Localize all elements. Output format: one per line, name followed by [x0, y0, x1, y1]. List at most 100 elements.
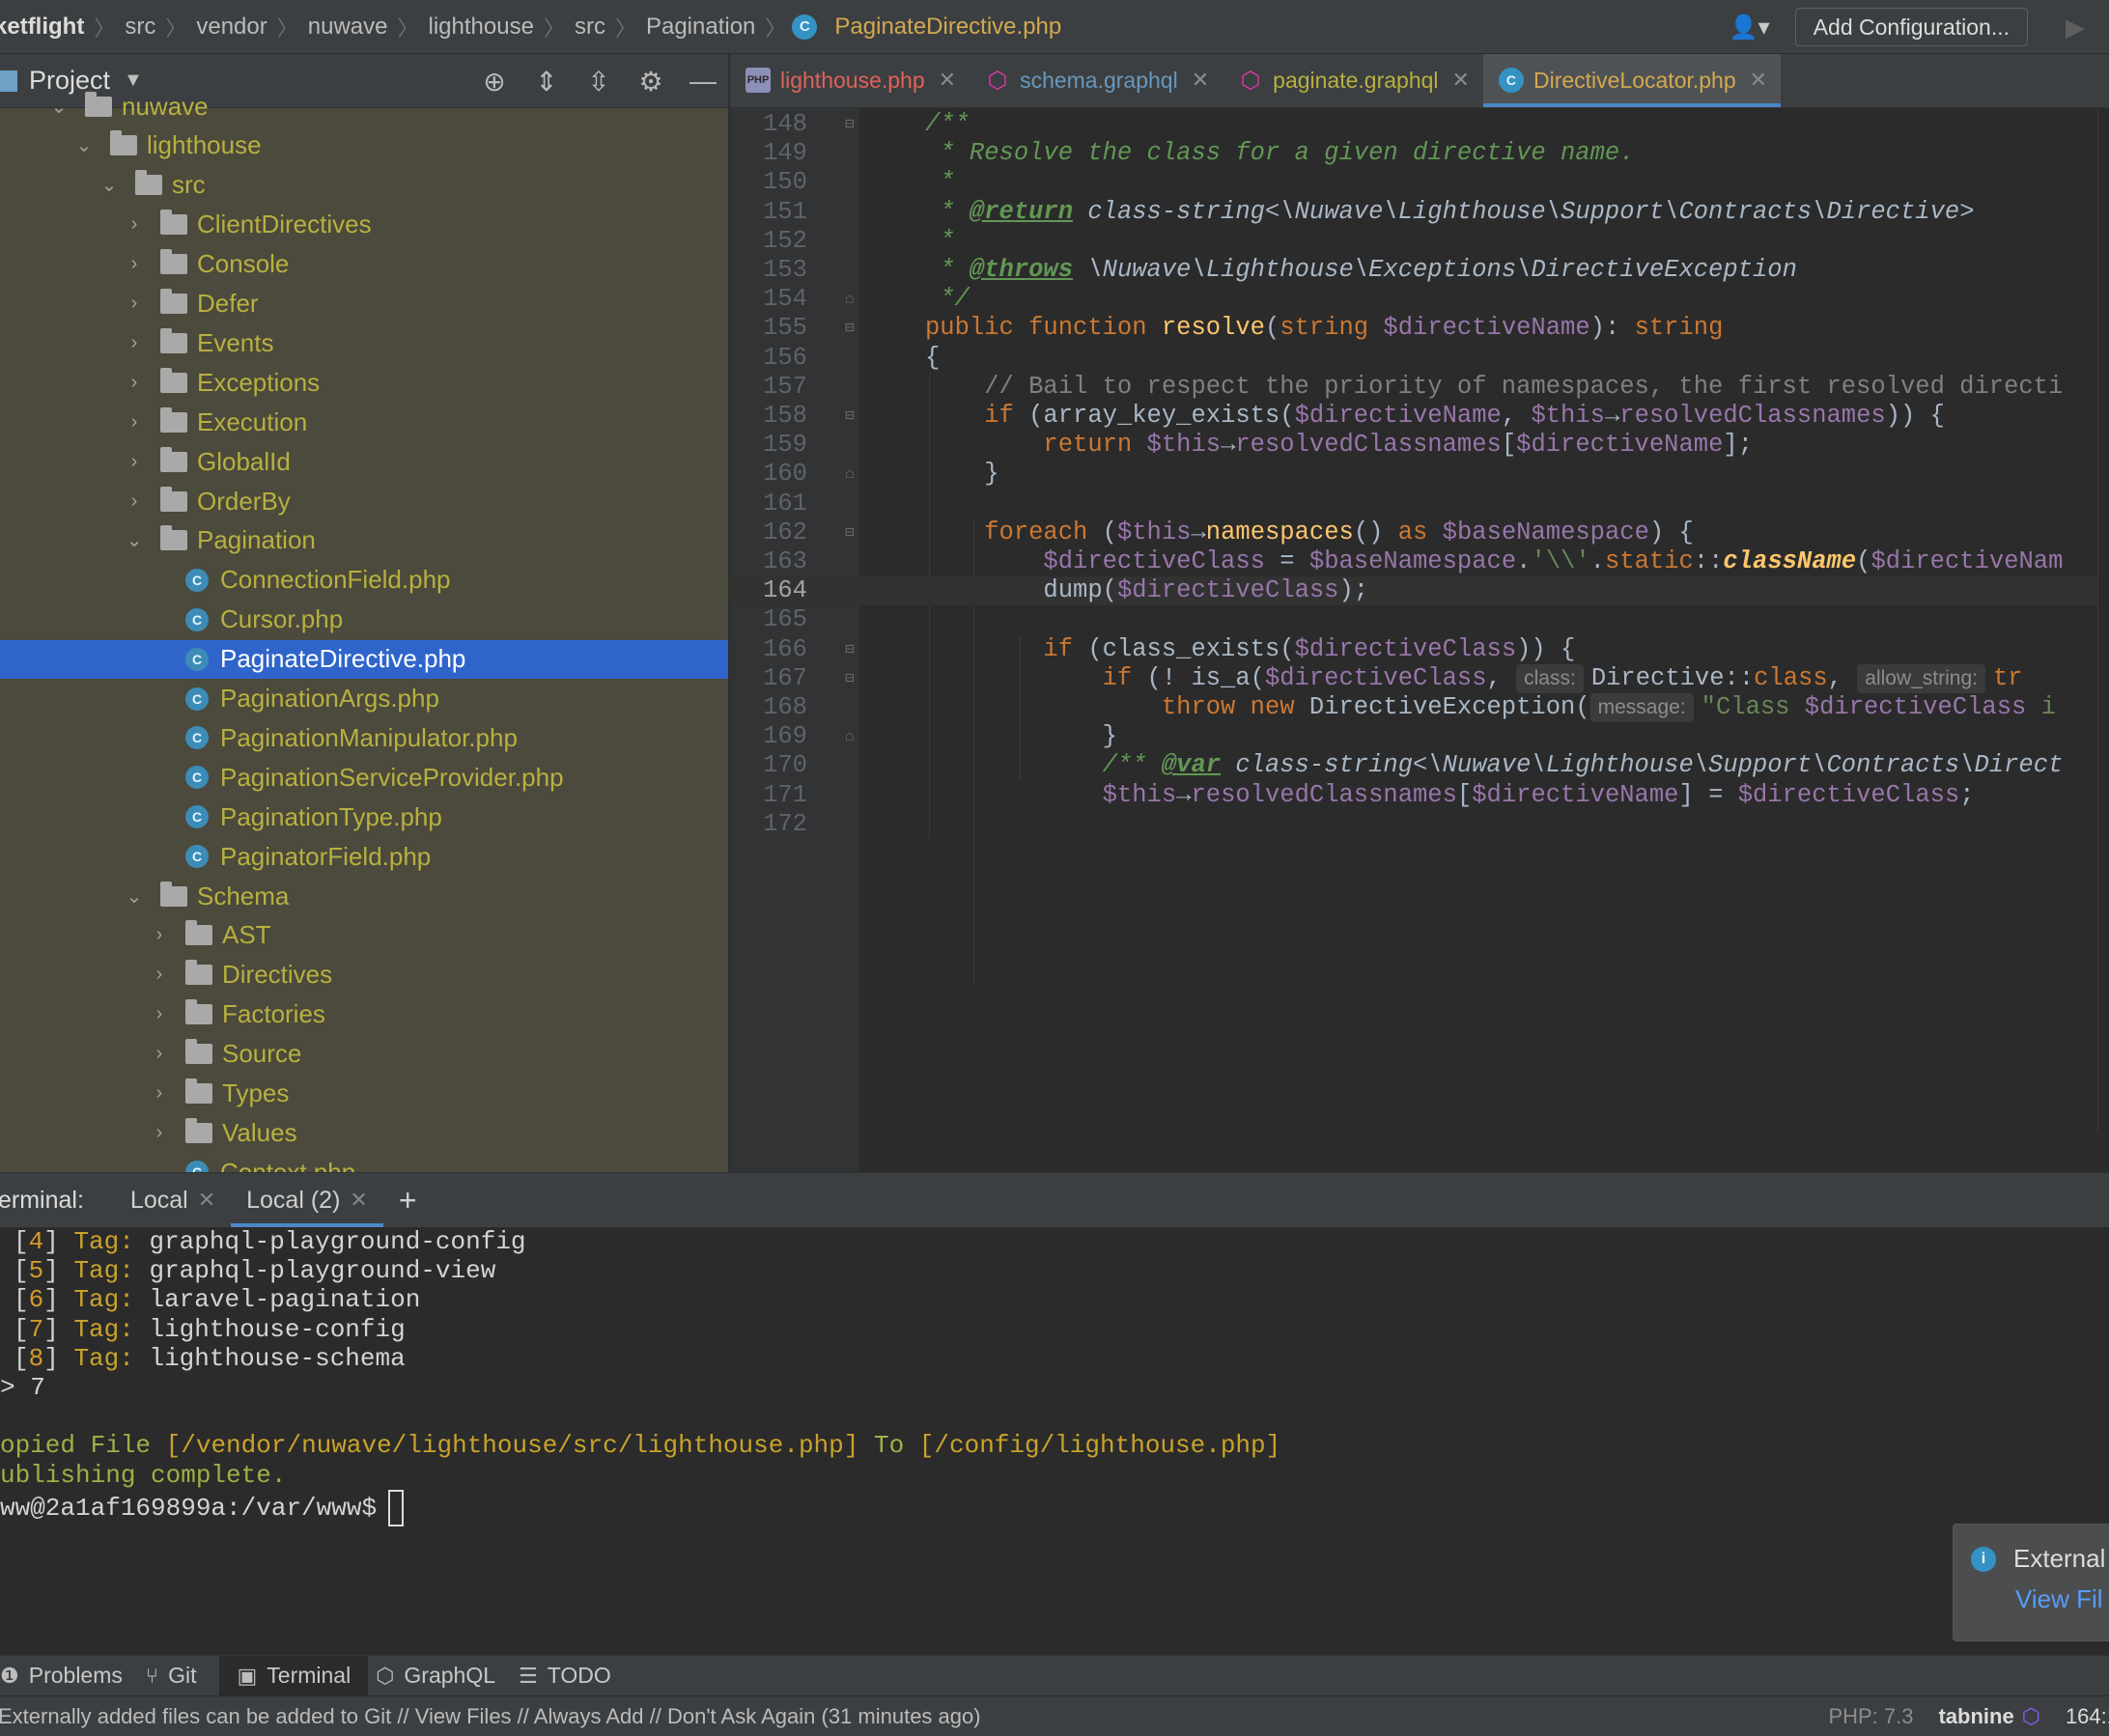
code-line[interactable]: 168 throw new DirectiveException(message… [730, 693, 2109, 722]
tree-folder[interactable]: ⌄ Pagination [0, 521, 728, 560]
status-message[interactable]: Externally added files can be added to G… [0, 1704, 981, 1729]
tree-file[interactable]: C PaginateDirective.php [0, 639, 728, 679]
fold-close-icon[interactable]: ⌂ [842, 722, 858, 751]
close-icon[interactable]: ✕ [198, 1188, 215, 1213]
code-area[interactable]: \Nuwave\Lighthouse\Schema›DirectiveLocat… [730, 108, 2109, 1172]
close-icon[interactable]: ✕ [1750, 68, 1767, 93]
code-line[interactable]: 161 [730, 490, 2109, 518]
tree-file[interactable]: C PaginationType.php [0, 798, 728, 836]
tree-file[interactable]: C Context.php [0, 1153, 728, 1172]
tree-folder[interactable]: › Events [0, 323, 728, 362]
chevron-right-icon[interactable]: › [149, 964, 170, 986]
chevron-down-icon[interactable]: ⌄ [124, 884, 145, 909]
code-line[interactable]: 164 dump($directiveClass); [730, 576, 2109, 606]
breadcrumb-item[interactable]: lighthouse [419, 14, 544, 41]
chevron-down-icon[interactable]: ⌄ [124, 528, 145, 552]
tree-folder[interactable]: › Execution [0, 403, 728, 441]
editor-tab[interactable]: ⬡ schema.graphql ✕ [970, 54, 1223, 107]
tree-file[interactable]: C PaginationArgs.php [0, 680, 728, 718]
tree-file[interactable]: C Cursor.php [0, 601, 728, 639]
code-line[interactable]: 152 * [730, 227, 2109, 256]
code-line[interactable]: 170 /** @var class-string<\Nuwave\Lighth… [730, 751, 2109, 780]
tree-file[interactable]: C PaginatorField.php [0, 837, 728, 876]
php-version[interactable]: PHP: 7.3 [1828, 1704, 1913, 1729]
breadcrumb-item[interactable]: Pagination [636, 14, 765, 41]
code-line[interactable]: 153 * @throws \Nuwave\Lighthouse\Excepti… [730, 256, 2109, 285]
code-line[interactable]: 166 ⊟ if (class_exists($directiveClass)) … [730, 635, 2109, 664]
code-line[interactable]: 162 ⊟ foreach ($this→namespaces() as $bas… [730, 518, 2109, 547]
chevron-right-icon[interactable]: › [149, 1122, 170, 1144]
code-line[interactable]: 150 * [730, 168, 2109, 197]
breadcrumb-item[interactable]: src [565, 14, 615, 41]
code-line[interactable]: 157 // Bail to respect the priority of n… [730, 373, 2109, 402]
code-line[interactable]: 149 * Resolve the class for a given dire… [730, 139, 2109, 168]
code-line[interactable]: 165 [730, 605, 2109, 634]
chevron-right-icon[interactable]: › [124, 253, 145, 275]
chevron-down-icon[interactable]: ⌄ [73, 133, 95, 157]
editor-tab[interactable]: C DirectiveLocator.php ✕ [1482, 54, 1782, 107]
chevron-right-icon[interactable]: › [124, 293, 145, 315]
code-line[interactable]: 160 ⌂ } [730, 460, 2109, 489]
breadcrumb-item[interactable]: ketflight [0, 14, 94, 41]
terminal-tab-local[interactable]: Local ✕ [115, 1173, 231, 1227]
close-icon[interactable]: ✕ [939, 68, 956, 93]
run-icon[interactable]: ▶ [2041, 13, 2109, 42]
tree-folder[interactable]: › Values [0, 1113, 728, 1152]
code-line[interactable]: 172 [730, 810, 2109, 839]
tree-folder[interactable]: ⌄ Schema [0, 877, 728, 915]
tree-file[interactable]: C PaginationServiceProvider.php [0, 758, 728, 797]
code-line[interactable]: 171 $this→resolvedClassnames[$directiveN… [730, 781, 2109, 810]
code-line[interactable]: 154 ⌂ */ [730, 285, 2109, 314]
tool-button-graphql[interactable]: ⬡ GraphQL [376, 1656, 511, 1696]
chevron-right-icon[interactable]: › [149, 924, 170, 946]
editor-tab[interactable]: ⬡ paginate.graphql ✕ [1223, 54, 1483, 107]
new-terminal-icon[interactable]: + [399, 1183, 417, 1218]
tree-file[interactable]: C ConnectionField.php [0, 561, 728, 600]
tool-button-todo[interactable]: ☰ TODO [519, 1656, 627, 1696]
code-line[interactable]: 155 ⊟ public function resolve(string $dire… [730, 314, 2109, 343]
fold-open-icon[interactable]: ⊟ [842, 110, 858, 139]
fold-open-icon[interactable]: ⊟ [842, 314, 858, 343]
close-icon[interactable]: ✕ [1192, 68, 1209, 93]
tree-folder[interactable]: ⌄ lighthouse [0, 126, 728, 165]
code-line[interactable]: 159 return $this→resolvedClassnames[$dir… [730, 431, 2109, 460]
chevron-right-icon[interactable]: › [124, 490, 145, 513]
code-line[interactable]: 167 ⊟ if (! is_a($directiveClass, class: D… [730, 663, 2109, 693]
tree-folder[interactable]: › Types [0, 1075, 728, 1113]
tree-folder[interactable]: › Console [0, 245, 728, 284]
code-line[interactable]: 151 * @return class-string<\Nuwave\Light… [730, 198, 2109, 227]
tool-button-problems[interactable]: ❶ Problems [0, 1656, 138, 1696]
terminal-tab-local-2[interactable]: Local (2) ✕ [231, 1173, 383, 1227]
code-line[interactable]: 169 ⌂ } [730, 722, 2109, 751]
chevron-right-icon[interactable]: › [149, 1003, 170, 1025]
chevron-right-icon[interactable]: › [149, 1043, 170, 1065]
close-icon[interactable]: ✕ [350, 1188, 367, 1213]
tabnine-widget[interactable]: tabnine ⬡ [1938, 1704, 2039, 1729]
tree-folder[interactable]: › ClientDirectives [0, 206, 728, 244]
tree-folder[interactable]: › GlobalId [0, 442, 728, 481]
tree-folder[interactable]: › AST [0, 916, 728, 955]
code-line[interactable]: 148 ⊟ /** [730, 110, 2109, 139]
breadcrumb-item[interactable]: src [115, 14, 165, 41]
chevron-down-icon[interactable]: ⌄ [98, 173, 120, 197]
tree-file[interactable]: C PaginationManipulator.php [0, 718, 728, 757]
fold-open-icon[interactable]: ⊟ [842, 635, 858, 664]
fold-close-icon[interactable]: ⌂ [842, 285, 858, 314]
chevron-right-icon[interactable]: › [124, 451, 145, 473]
tool-button-git[interactable]: ⑂ Git [146, 1656, 212, 1696]
close-icon[interactable]: ✕ [1452, 68, 1470, 93]
tree-folder[interactable]: › Source [0, 1035, 728, 1074]
tree-folder[interactable]: ⌄ nuwave [0, 87, 728, 126]
tree-folder[interactable]: › Factories [0, 995, 728, 1034]
fold-close-icon[interactable]: ⌂ [842, 460, 858, 489]
tree-folder[interactable]: › Defer [0, 285, 728, 323]
editor-tab[interactable]: PHP lighthouse.php ✕ [730, 54, 970, 107]
notification-balloon[interactable]: i External View Fil [1953, 1524, 2109, 1641]
fold-open-icon[interactable]: ⊟ [842, 664, 858, 693]
code-line[interactable]: 156 { [730, 344, 2109, 373]
tool-button-terminal[interactable]: ▣ Terminal [219, 1655, 369, 1696]
tree-folder[interactable]: › OrderBy [0, 482, 728, 520]
chevron-right-icon[interactable]: › [124, 332, 145, 354]
fold-open-icon[interactable]: ⊟ [842, 518, 858, 547]
code-line[interactable]: 163 $directiveClass = $baseNamespace.'\\… [730, 547, 2109, 576]
